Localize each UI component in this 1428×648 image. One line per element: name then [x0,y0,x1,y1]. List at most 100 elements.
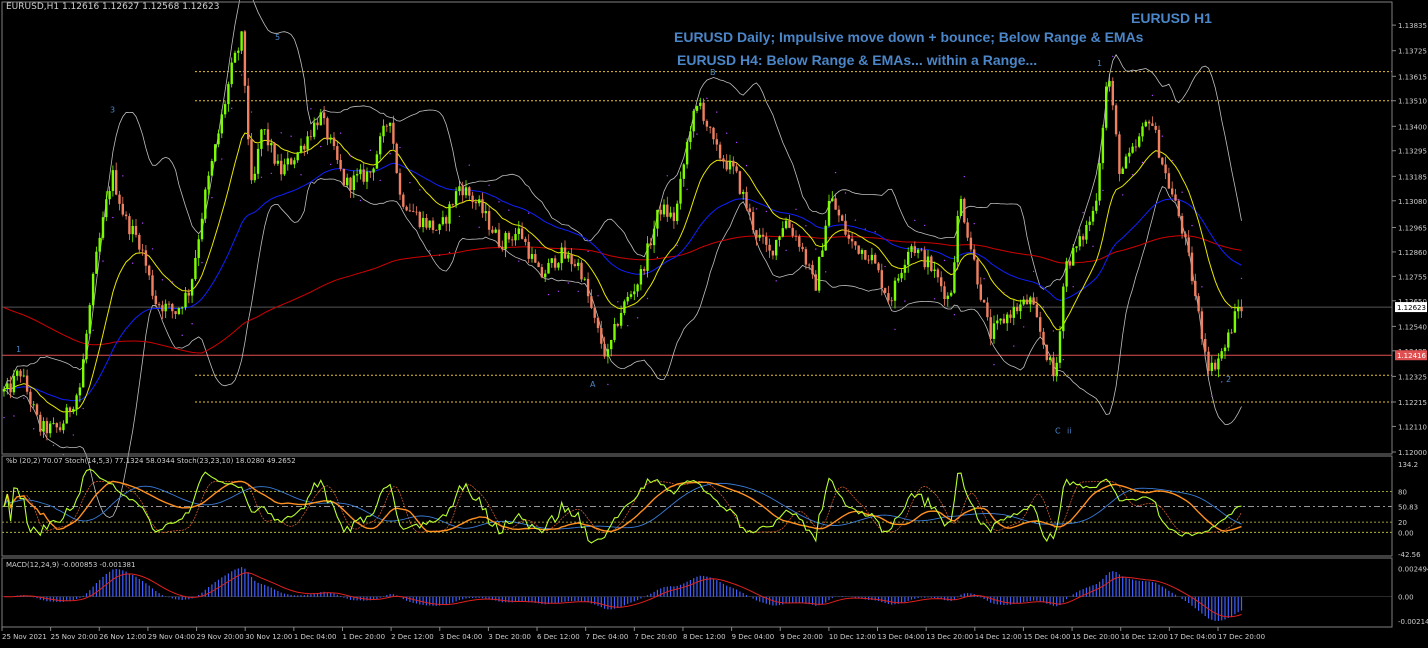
candle [141,244,144,256]
candle [563,240,567,260]
candle-body [497,229,501,247]
annotation-h4: EURUSD H4: Below Range & EMAs... within … [677,52,1038,68]
sar-dot [1230,307,1233,309]
candle [342,168,346,187]
candle-body [1227,332,1230,348]
candle [1240,299,1243,318]
candle [1065,257,1068,293]
price-header: EURUSD,H1 1.12616 1.12627 1.12568 1.1262… [6,2,220,12]
candle-body [610,339,613,350]
candle [220,109,223,139]
candle-body [75,395,78,409]
candle [230,57,233,88]
candle [379,132,382,160]
candle [210,158,214,177]
candle [811,260,814,279]
candle [1052,351,1055,382]
candle-body [9,383,12,393]
candle-body [1039,317,1042,332]
candle [827,194,831,228]
candle-body [296,152,299,161]
candle-body [883,288,887,294]
candle-body [289,158,293,165]
candle-body [98,237,101,252]
axes: 1.13835 1.13725 1.13615 1.13510 1.13400 1.132… [1,1,1428,641]
candle-body [718,144,722,159]
candle [273,142,276,166]
candle-body [1194,280,1197,297]
x-tick-label: 7 Dec 20:00 [634,633,677,641]
candle [121,196,124,217]
candle-body [1072,247,1075,266]
annotation-daily: EURUSD Daily; Impulsive move down + boun… [674,29,1144,45]
sar-dot [1161,135,1164,137]
candle-body [817,256,821,291]
candle-body [1237,306,1240,312]
sar-dot [369,149,371,152]
x-tick-label: 25 Nov 20:00 [51,633,98,641]
candle-body [204,189,207,219]
candle-body [1065,261,1068,287]
candle-body [600,328,603,344]
candle-body [527,241,530,259]
candle [1157,125,1161,159]
sar-dot [132,262,134,264]
candle [128,213,131,240]
candle-body [141,249,144,251]
candle-body [197,239,200,259]
candle [1167,167,1171,190]
sar-dot [765,210,767,213]
candle-body [280,160,283,175]
macd-panel [2,567,1392,621]
candle-body [247,85,250,140]
stoch-signal-line [3,481,1242,533]
candle [897,273,900,283]
candle [633,283,636,301]
candle-body [332,137,336,147]
candle-body [567,254,570,259]
candle-body [606,349,610,357]
candle [65,403,68,424]
candle-body [382,125,385,137]
candle-body [471,195,474,203]
candle [1141,122,1144,142]
candle [1138,133,1141,149]
sar-dot [250,111,253,113]
candle [22,368,25,378]
candle [933,261,936,278]
candle-body [864,250,867,260]
candle [557,262,560,271]
sar-dot [1013,345,1015,347]
sar-dot [1102,189,1104,192]
candle [118,190,121,211]
candle [669,206,672,219]
sar-dot [884,265,886,268]
candle-body [1042,331,1045,345]
y-tick-label: 1.12540 [1398,323,1427,331]
candle [586,272,590,303]
candle [953,255,956,294]
wave-label: B [710,68,716,77]
candle [1042,328,1045,349]
candle [1058,325,1062,369]
candle-body [451,204,454,206]
candle [831,191,834,202]
candle-body [784,220,788,229]
x-tick-label: 29 Nov 20:00 [197,633,244,641]
sar-dot [706,97,708,99]
candle-body [1154,125,1157,130]
candle [263,129,266,135]
sar-dot [1181,191,1183,193]
sar-dot [993,363,995,366]
x-tick-label: 13 Dec 20:00 [926,633,973,641]
sar-dot [339,132,342,134]
candle [748,203,751,220]
sar-dot [864,228,866,230]
candle [1075,246,1078,253]
candle [900,269,903,283]
candle-body [1144,121,1147,127]
sar-dot [240,74,243,76]
candle [524,236,527,246]
candle-body [1174,194,1177,201]
candle-body [758,234,761,238]
